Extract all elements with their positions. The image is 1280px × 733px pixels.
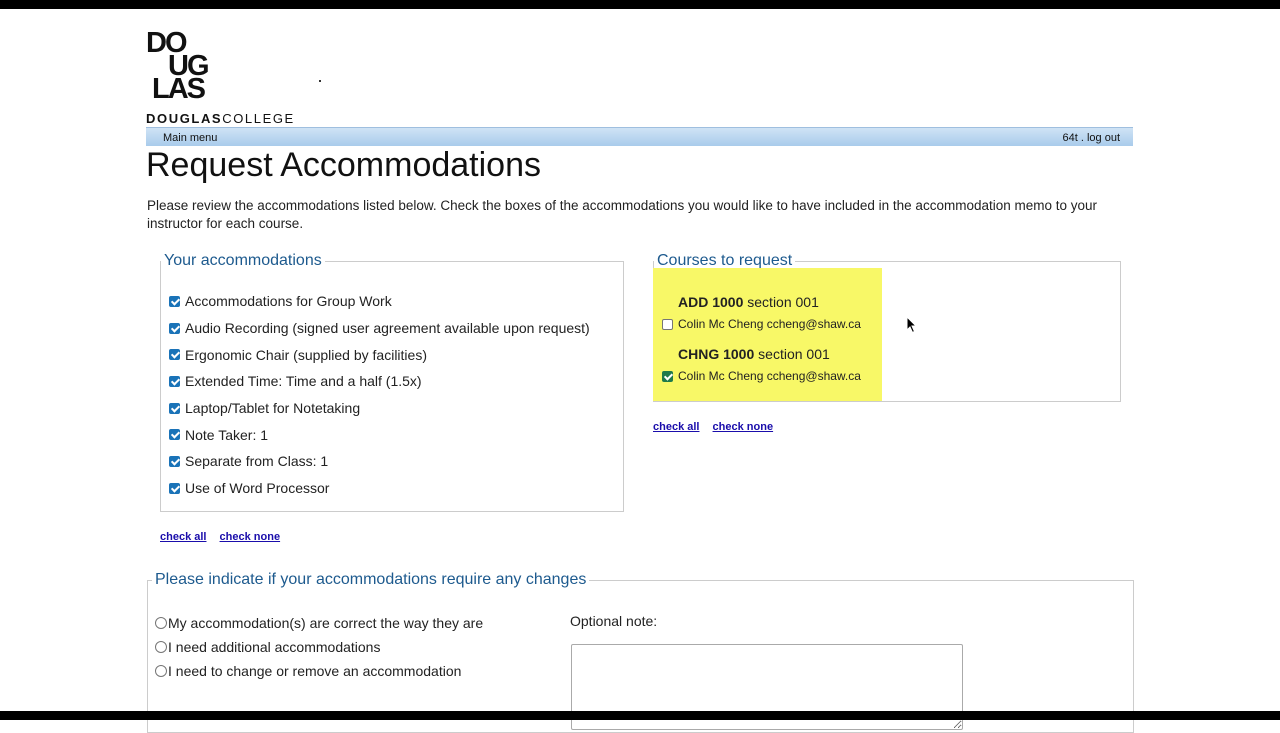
accommodations-legend: Your accommodations (164, 252, 322, 269)
accommodations-check-none-link[interactable]: check none (220, 531, 281, 543)
course-section: section 001 (747, 294, 819, 310)
stray-dot (319, 80, 321, 82)
top-letterbox (0, 0, 1280, 9)
college-wordmark: DOUGLASCOLLEGE (146, 111, 295, 126)
user-info: 64t . log out (1063, 129, 1121, 147)
accommodations-list: Accommodations for Group Work Audio Reco… (169, 288, 590, 502)
accommodation-label: Laptop/Tablet for Notetaking (185, 400, 361, 417)
change-radio[interactable] (155, 641, 167, 653)
page-title: Request Accommodations (146, 146, 541, 184)
optional-note-label: Optional note: (570, 613, 658, 629)
course-title: CHNG 1000 section 001 (678, 346, 830, 362)
change-option-label: I need additional accommodations (168, 639, 381, 655)
accommodations-check-all-link[interactable]: check all (160, 531, 206, 543)
accommodation-checkbox[interactable] (169, 375, 180, 387)
course-instructor-row[interactable]: Colin Mc Cheng ccheng@shaw.ca (662, 369, 861, 383)
accommodation-checkbox[interactable] (169, 349, 180, 361)
accommodation-item[interactable]: Laptop/Tablet for Notetaking (169, 395, 590, 422)
mouse-cursor-icon (906, 316, 918, 334)
accommodation-item[interactable]: Use of Word Processor (169, 475, 590, 502)
change-option[interactable]: I need to change or remove an accommodat… (155, 663, 461, 679)
main-menu-link[interactable]: Main menu (163, 129, 217, 147)
accommodation-checkbox[interactable] (169, 322, 180, 334)
accommodation-label: Note Taker: 1 (185, 426, 269, 443)
change-option[interactable]: I need additional accommodations (155, 639, 380, 655)
accommodation-item[interactable]: Audio Recording (signed user agreement a… (169, 315, 590, 342)
change-option[interactable]: My accommodation(s) are correct the way … (155, 615, 483, 631)
accommodation-item[interactable]: Separate from Class: 1 (169, 448, 590, 475)
accommodation-label: Separate from Class: 1 (185, 453, 329, 470)
accommodation-label: Ergonomic Chair (supplied by facilities) (185, 346, 427, 363)
change-option-label: My accommodation(s) are correct the way … (168, 615, 484, 631)
accommodation-item[interactable]: Note Taker: 1 (169, 421, 590, 448)
course-instructor: Colin Mc Cheng ccheng@shaw.ca (678, 317, 861, 331)
logo-line-3: LAS (152, 73, 206, 105)
accommodations-links: check all check none (160, 531, 290, 543)
wordmark-bold: DOUGLAS (146, 111, 223, 126)
accommodation-checkbox[interactable] (169, 429, 180, 441)
change-radio[interactable] (155, 617, 167, 629)
course-code: CHNG 1000 (678, 346, 755, 362)
course-instructor-row[interactable]: Colin Mc Cheng ccheng@shaw.ca (662, 317, 861, 331)
course-title: ADD 1000 section 001 (678, 294, 819, 310)
wordmark-light: COLLEGE (222, 111, 295, 126)
accommodation-checkbox[interactable] (169, 402, 180, 414)
accommodation-label: Audio Recording (signed user agreement a… (185, 320, 590, 337)
user-id: 64t (1062, 132, 1078, 144)
changes-legend: Please indicate if your accommodations r… (155, 571, 587, 588)
change-radio[interactable] (155, 665, 167, 677)
nav-bar: Main menu 64t . log out (146, 127, 1133, 146)
accommodation-item[interactable]: Ergonomic Chair (supplied by facilities) (169, 341, 590, 368)
nav-separator: . (1077, 132, 1087, 144)
courses-check-none-link[interactable]: check none (713, 421, 774, 433)
accommodation-label: Extended Time: Time and a half (1.5x) (185, 373, 422, 390)
courses-check-all-link[interactable]: check all (653, 421, 699, 433)
accommodation-item[interactable]: Accommodations for Group Work (169, 288, 590, 315)
change-option-label: I need to change or remove an accommodat… (168, 663, 462, 679)
courses-links: check all check none (653, 421, 783, 433)
course-checkbox[interactable] (662, 370, 673, 382)
accommodation-label: Accommodations for Group Work (185, 293, 392, 310)
course-section: section 001 (758, 346, 830, 362)
accommodation-item[interactable]: Extended Time: Time and a half (1.5x) (169, 368, 590, 395)
course-checkbox[interactable] (662, 318, 673, 330)
bottom-letterbox (0, 711, 1280, 720)
course-code: ADD 1000 (678, 294, 744, 310)
course-instructor: Colin Mc Cheng ccheng@shaw.ca (678, 369, 861, 383)
logout-link[interactable]: log out (1087, 132, 1120, 144)
intro-text: Please review the accommodations listed … (147, 198, 1098, 231)
accommodation-checkbox[interactable] (169, 482, 180, 494)
college-logo: DO UG LAS (146, 29, 209, 105)
accommodation-checkbox[interactable] (169, 455, 180, 467)
accommodation-label: Use of Word Processor (185, 480, 330, 497)
accommodation-checkbox[interactable] (169, 295, 180, 307)
